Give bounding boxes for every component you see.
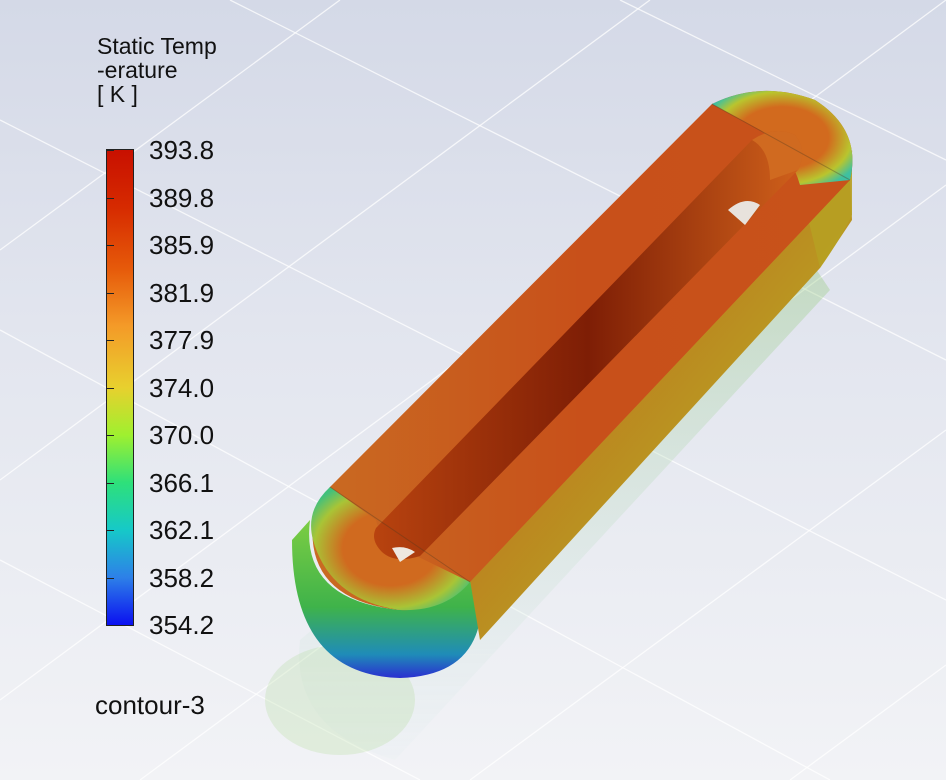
3d-viewport[interactable] xyxy=(0,0,946,780)
colorbar-tick-mark xyxy=(106,435,114,436)
contour-name: contour-3 xyxy=(95,690,205,720)
colorbar-tick-mark xyxy=(106,482,114,484)
colorbar-tick-label: 374.0 xyxy=(149,372,215,403)
colorbar-tick-label: 381.9 xyxy=(149,277,215,308)
colorbar-tick-label: 354.2 xyxy=(149,610,215,640)
legend-title-line2: -erature xyxy=(97,57,178,83)
colorbar-tick-label: 377.9 xyxy=(149,325,215,355)
legend-title: Static Temp -erature [ K ] xyxy=(97,34,217,106)
colorbar-tick-mark xyxy=(106,245,114,246)
colorbar-tick-mark xyxy=(106,197,114,199)
colorbar-tick-label: 370.0 xyxy=(149,420,215,450)
colorbar-tick-mark xyxy=(106,340,114,341)
colorbar-tick-mark xyxy=(106,150,114,151)
legend-title-line1: Static Temp xyxy=(97,33,217,59)
legend-units: [ K ] xyxy=(97,81,138,107)
colorbar-tick-mark xyxy=(106,292,114,294)
colorbar-tick-label: 358.2 xyxy=(149,562,215,593)
colorbar-tick-label: 366.1 xyxy=(149,467,215,498)
colorbar-tick-label: 389.8 xyxy=(149,182,215,213)
colorbar-tick-mark xyxy=(106,625,114,626)
colorbar-tick-label: 385.9 xyxy=(149,230,215,260)
colorbar-tick-mark xyxy=(106,577,114,579)
colorbar-tick-label: 362.1 xyxy=(149,515,215,545)
heat-exchanger-body xyxy=(292,90,853,678)
colorbar-tick-mark xyxy=(106,530,114,531)
colorbar-tick-mark xyxy=(106,387,114,389)
colorbar-tick-label: 393.8 xyxy=(149,135,215,165)
